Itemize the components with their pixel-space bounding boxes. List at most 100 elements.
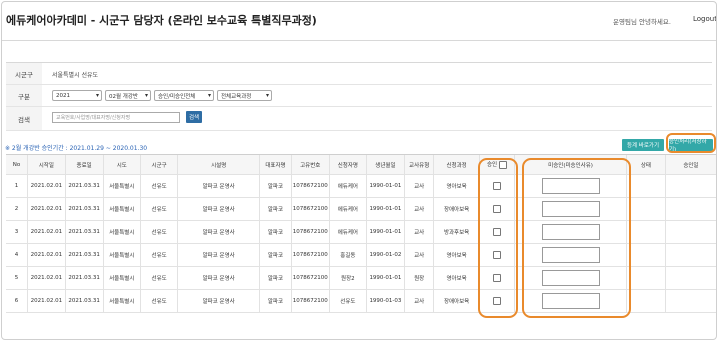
app-window: 에듀케어아카데미 - 시군구 담당자 (온라인 보수교육 특별직무과정) 운영팀… — [1, 1, 717, 340]
col-id: 고유번호 — [290, 154, 330, 175]
cell-start: 2021.02.01 — [26, 197, 66, 221]
cell-teacher-type: 교사 — [403, 289, 434, 313]
cell-applicant: 에듀케어 — [328, 220, 367, 244]
region-label: 시군구 — [6, 63, 42, 84]
cell-birth: 1990-01-02 — [366, 243, 405, 267]
cell-teacher-type: 교사 — [403, 174, 434, 198]
month-select[interactable]: 02월 개강반 ▾ — [105, 90, 151, 101]
cell-rep: 알파코 — [259, 174, 292, 198]
category-row: 구분 2021 ▾ 02월 개강반 ▾ 승인/미승인전체 ▾ 전체교육과정 ▾ — [6, 85, 712, 107]
year-select[interactable]: 2021 ▾ — [52, 90, 102, 101]
col-no: No — [6, 154, 28, 175]
cell-applicant: 홍길동 — [328, 243, 367, 267]
cell-facility: 알파코 운영사 — [177, 289, 260, 313]
cell-sigungu: 선유도 — [140, 289, 178, 313]
cell-facility: 알파코 운영사 — [177, 174, 260, 198]
cell-no: 6 — [6, 289, 28, 313]
logout-link[interactable]: Logout — [693, 15, 716, 23]
cell-teacher-type: 교사 — [403, 197, 434, 221]
cell-approve-date — [664, 220, 716, 244]
cell-end: 2021.03.31 — [64, 289, 104, 313]
col-end: 종료일 — [64, 154, 104, 175]
cell-course: 영아보육 — [433, 266, 480, 290]
cell-id: 1078672100 — [290, 266, 330, 290]
cell-status — [625, 197, 666, 221]
col-facility: 시설명 — [177, 154, 260, 175]
filter-panel: 시군구 서울특별시 선유도 구분 2021 ▾ 02월 개강반 ▾ 승인/미승인전체… — [6, 62, 712, 131]
cell-birth: 1990-01-01 — [366, 197, 405, 221]
cell-no: 1 — [6, 174, 28, 198]
cell-status — [625, 266, 666, 290]
cell-sigungu: 선유도 — [140, 220, 178, 244]
cell-start: 2021.02.01 — [26, 174, 66, 198]
cell-id: 1078672100 — [290, 289, 330, 313]
cell-teacher-type: 원장 — [403, 266, 434, 290]
col-teacher-type: 교사유형 — [403, 154, 434, 175]
cell-rep: 알파코 — [259, 289, 292, 313]
cell-sigungu: 선유도 — [140, 197, 178, 221]
cell-course: 영아보육 — [433, 174, 480, 198]
search-button[interactable]: 검색 — [186, 111, 202, 123]
search-row: 검색 교육번호/사업명/대표자명/신청자명 검색 — [6, 107, 712, 131]
cell-end: 2021.03.31 — [64, 197, 104, 221]
year-select-value: 2021 — [56, 92, 70, 99]
cell-course: 방과후보육 — [433, 220, 480, 244]
cell-teacher-type: 교사 — [403, 243, 434, 267]
search-input[interactable]: 교육번호/사업명/대표자명/신청자명 — [52, 112, 180, 123]
cell-id: 1078672100 — [290, 174, 330, 198]
cell-id: 1078672100 — [290, 243, 330, 267]
cell-id: 1078672100 — [290, 220, 330, 244]
cell-sigungu: 선유도 — [140, 266, 178, 290]
chevron-down-icon: ▾ — [265, 92, 269, 99]
cell-start: 2021.02.01 — [26, 243, 66, 267]
cell-rep: 알파코 — [259, 220, 292, 244]
cell-status — [625, 289, 666, 313]
cell-rep: 알파코 — [259, 266, 292, 290]
cell-no: 3 — [6, 220, 28, 244]
cell-facility: 알파코 운영사 — [177, 220, 260, 244]
cell-course: 영아보육 — [433, 243, 480, 267]
cell-start: 2021.02.01 — [26, 220, 66, 244]
cell-status — [625, 174, 666, 198]
page-title: 에듀케어아카데미 - 시군구 담당자 (온라인 보수교육 특별직무과정) — [6, 14, 317, 27]
col-applicant: 신청자명 — [328, 154, 367, 175]
cell-sido: 서울특별시 — [102, 220, 141, 244]
cell-teacher-type: 교사 — [403, 220, 434, 244]
course-select[interactable]: 전체교육과정 ▾ — [217, 90, 272, 101]
col-approve-date: 승인일 — [664, 154, 716, 175]
col-sido: 시도 — [102, 154, 141, 175]
cell-birth: 1990-01-03 — [366, 289, 405, 313]
col-birth: 생년월일 — [366, 154, 405, 175]
approval-period: ※ 2월 개강반 승인기간 : 2021.01.29 ~ 2020.01.30 — [5, 145, 148, 152]
cell-birth: 1990-01-01 — [366, 174, 405, 198]
col-status: 상태 — [625, 154, 666, 175]
cell-applicant: 에듀케어 — [328, 197, 367, 221]
cell-end: 2021.03.31 — [64, 266, 104, 290]
cell-birth: 1990-01-01 — [366, 220, 405, 244]
cell-id: 1078672100 — [290, 197, 330, 221]
cell-approve-date — [664, 174, 716, 198]
cell-birth: 1990-01-01 — [366, 266, 405, 290]
cell-start: 2021.02.01 — [26, 266, 66, 290]
cell-sigungu: 선유도 — [140, 243, 178, 267]
cell-end: 2021.03.31 — [64, 243, 104, 267]
cell-end: 2021.03.31 — [64, 220, 104, 244]
cell-sigungu: 선유도 — [140, 174, 178, 198]
cell-course: 장애아보육 — [433, 197, 480, 221]
cell-facility: 알파코 운영사 — [177, 243, 260, 267]
list-shortcut-button[interactable]: 등계 바로가기 — [622, 139, 664, 151]
course-select-value: 전체교육과정 — [221, 93, 252, 100]
highlight-approve-button — [666, 133, 716, 153]
cell-rep: 알파코 — [259, 197, 292, 221]
top-header: 에듀케어아카데미 - 시군구 담당자 (온라인 보수교육 특별직무과정) 운영팀… — [2, 2, 716, 41]
cell-facility: 알파코 운영사 — [177, 266, 260, 290]
approval-select[interactable]: 승인/미승인전체 ▾ — [154, 90, 214, 101]
cell-status — [625, 243, 666, 267]
cell-sido: 서울특별시 — [102, 197, 141, 221]
chevron-down-icon: ▾ — [144, 92, 148, 99]
cell-no: 5 — [6, 266, 28, 290]
cell-rep: 알파코 — [259, 243, 292, 267]
cell-sido: 서울특별시 — [102, 174, 141, 198]
cell-approve-date — [664, 243, 716, 267]
cell-end: 2021.03.31 — [64, 174, 104, 198]
